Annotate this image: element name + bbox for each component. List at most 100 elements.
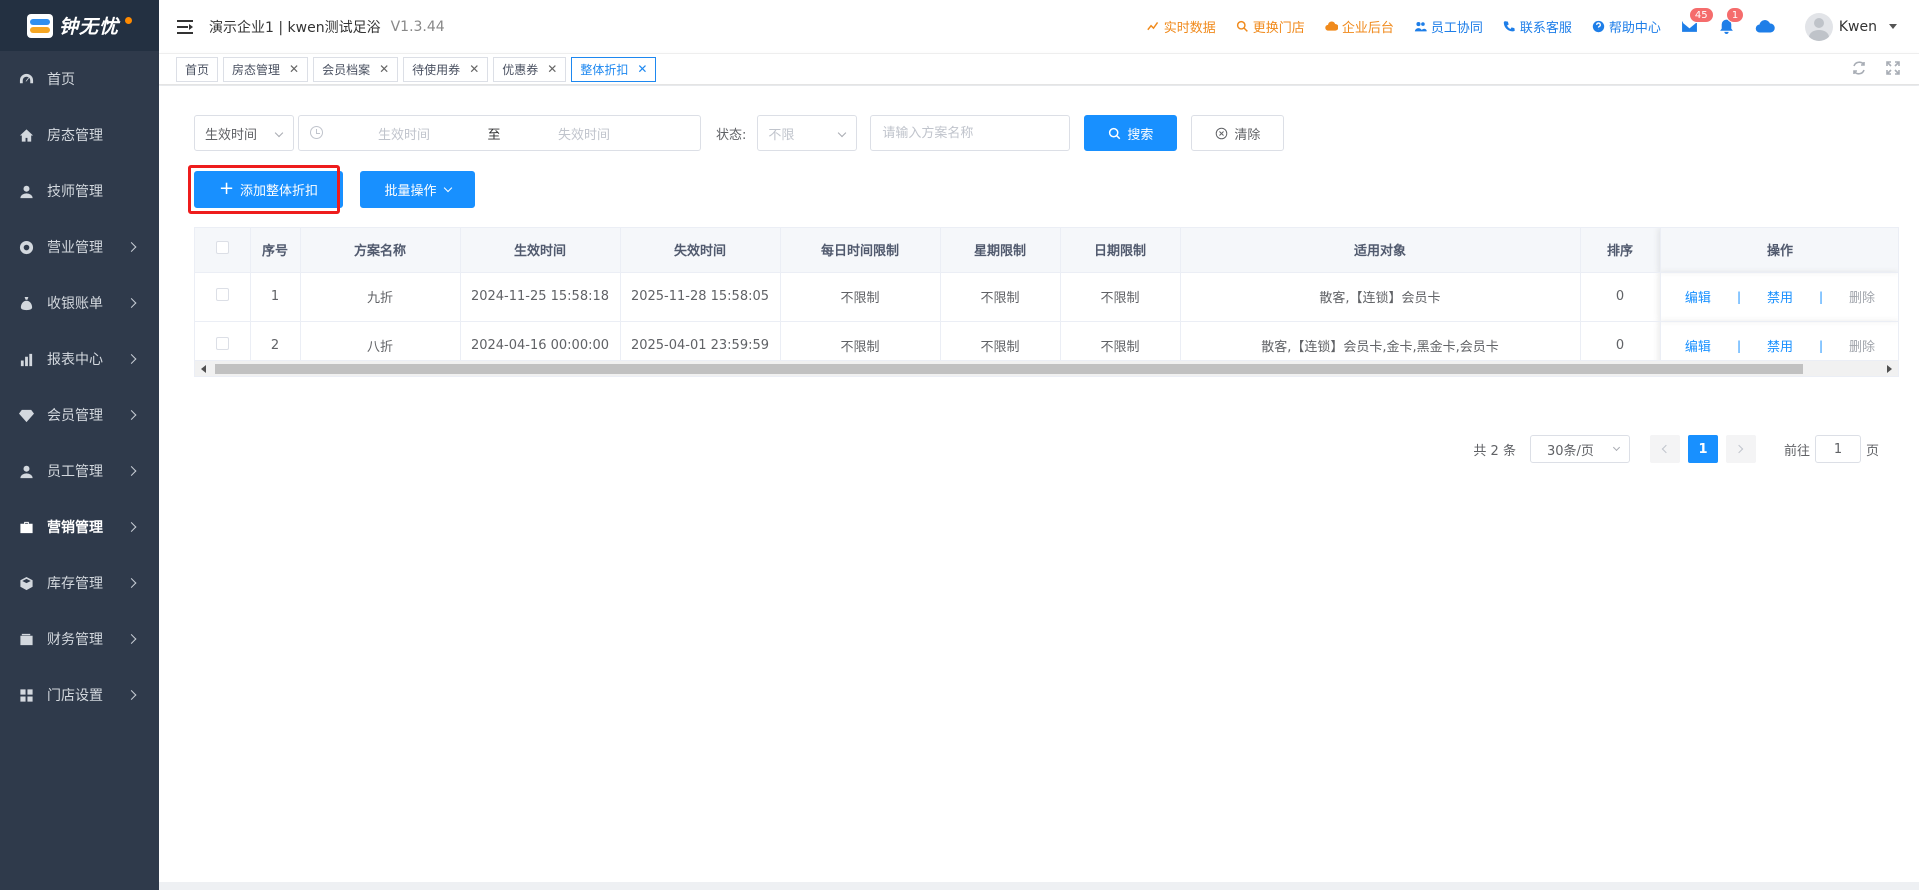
sidebar-item[interactable]: 营销管理 [0, 499, 159, 555]
sidebar-item-label: 收银账单 [47, 296, 103, 312]
page-tab[interactable]: 首页 [176, 56, 219, 82]
page-number-current[interactable]: 1 [1687, 435, 1718, 463]
sidebar-item[interactable]: 营业管理 [0, 219, 159, 275]
cell-end: 2025-11-28 15:58:05 [620, 272, 781, 322]
sidebar-item-label: 首页 [47, 72, 75, 88]
time-type-select[interactable]: 生效时间 [194, 115, 294, 151]
status-select[interactable]: 不限 [757, 115, 858, 151]
row-checkbox[interactable] [215, 337, 229, 350]
page-tab[interactable]: 整体折扣 ✕ [571, 56, 657, 82]
delete-link[interactable]: 删除 [1849, 336, 1875, 355]
disable-link[interactable]: 禁用 [1767, 336, 1793, 355]
sidebar-item-label: 营销管理 [47, 520, 103, 536]
close-icon[interactable]: ✕ [469, 62, 479, 76]
refresh-icon[interactable] [1851, 60, 1867, 76]
page-tab[interactable]: 房态管理 ✕ [223, 56, 309, 82]
sidebar-item[interactable]: 技师管理 [0, 163, 159, 219]
page-tab[interactable]: 会员档案 ✕ [313, 56, 399, 82]
page-tab[interactable]: 待使用券 ✕ [403, 56, 489, 82]
page-tab-label: 首页 [185, 62, 210, 77]
column-header: 适用对象 [1180, 228, 1581, 273]
batch-operation-button[interactable]: 批量操作 [360, 171, 475, 208]
goto-prefix: 前往 [1783, 443, 1810, 459]
close-icon[interactable]: ✕ [637, 62, 647, 76]
time-type-value: 生效时间 [205, 127, 258, 143]
page-tab[interactable]: 优惠券 ✕ [493, 56, 567, 82]
pagination: 共 2 条 30条/页 1 前往 1 页 [1473, 435, 1879, 463]
start-date-input[interactable]: 生效时间 [339, 124, 469, 143]
row-select-cell [195, 272, 251, 322]
header-link-label: 帮助中心 [1608, 21, 1661, 36]
header-link[interactable]: 员工协同 [1414, 17, 1483, 36]
select-all-checkbox[interactable] [215, 241, 229, 255]
page-size-value: 30条/页 [1546, 443, 1594, 459]
clear-button[interactable]: 清除 [1191, 115, 1285, 151]
chevron-right-icon [126, 466, 137, 476]
table-header-row: 序号 方案名称 生效时间 失效时间 每日时间限制 星期限制 日期限制 适用对象 排序 操作 [195, 228, 1898, 273]
op-separator: | [1819, 289, 1824, 304]
cloud-icon [1755, 20, 1775, 33]
date-range-picker[interactable]: 生效时间 至 失效时间 [298, 115, 701, 151]
tabs-tools [1851, 60, 1901, 76]
scroll-right-icon[interactable] [1887, 365, 1892, 373]
fullscreen-icon[interactable] [1885, 60, 1901, 76]
status-value: 不限 [768, 127, 795, 143]
plan-name-input[interactable] [870, 115, 1071, 151]
next-page-button[interactable] [1725, 435, 1756, 463]
scroll-left-icon[interactable] [201, 365, 206, 373]
operations-cell: 编辑 | 禁用 | 删除 [1660, 272, 1898, 322]
prev-page-button[interactable] [1649, 435, 1680, 463]
header-link[interactable]: 更换门店 [1236, 17, 1305, 36]
header-link[interactable]: 帮助中心 [1592, 17, 1661, 36]
horizontal-scrollbar[interactable] [195, 360, 1898, 376]
delete-link[interactable]: 删除 [1849, 287, 1875, 306]
column-header: 失效时间 [620, 228, 781, 273]
sidebar-item[interactable]: 首页 [0, 51, 159, 107]
sidebar-item[interactable]: 门店设置 [0, 667, 159, 723]
sidebar-item[interactable]: 收银账单 [0, 275, 159, 331]
add-discount-button[interactable]: + 添加整体折扣 [194, 171, 343, 208]
range-separator: 至 [487, 127, 501, 143]
sidebar-item[interactable]: 房态管理 [0, 107, 159, 163]
header-link-label: 联系客服 [1519, 21, 1572, 36]
sidebar-item[interactable]: 会员管理 [0, 387, 159, 443]
header-link[interactable]: 实时数据 [1147, 17, 1216, 36]
chevron-right-icon [126, 522, 137, 532]
logo-text: 钟无忧 [58, 16, 119, 38]
sidebar-item[interactable]: 员工管理 [0, 443, 159, 499]
close-icon[interactable]: ✕ [547, 62, 557, 76]
menu-toggle-icon[interactable] [177, 19, 193, 34]
op-separator: | [1736, 289, 1741, 304]
company-store-title: 演示企业1 | kwen测试足浴 [209, 19, 381, 36]
cell-index: 1 [250, 272, 301, 322]
page-size-select[interactable]: 30条/页 [1529, 435, 1630, 463]
end-date-input[interactable]: 失效时间 [509, 124, 659, 143]
action-bar: + 添加整体折扣 批量操作 [188, 165, 475, 214]
sidebar-item[interactable]: 库存管理 [0, 555, 159, 611]
disable-link[interactable]: 禁用 [1767, 287, 1793, 306]
cell-sort: 0 [1580, 272, 1661, 322]
header-link[interactable]: 企业后台 [1325, 17, 1394, 36]
notification-button[interactable]: 1 [1718, 7, 1745, 35]
column-header: 每日时间限制 [780, 228, 941, 273]
edit-link[interactable]: 编辑 [1685, 287, 1711, 306]
sidebar-item[interactable]: 报表中心 [0, 331, 159, 387]
mail-button[interactable]: 45 [1681, 7, 1714, 35]
cloud-button[interactable] [1755, 18, 1775, 35]
scrollbar-thumb[interactable] [215, 364, 1803, 374]
sidebar-item-label: 报表中心 [47, 352, 103, 368]
edit-link[interactable]: 编辑 [1685, 336, 1711, 355]
page-tab-label: 优惠券 [502, 62, 539, 77]
sidebar: 钟无忧 首页房态管理 技师管理 营业管理收银账单报表中心会员管理 员工管理营销管理库存… [0, 0, 159, 890]
user-menu[interactable]: Kwen [1804, 12, 1897, 41]
header-link[interactable]: 联系客服 [1503, 17, 1572, 36]
close-icon[interactable]: ✕ [379, 62, 389, 76]
header-link-label: 企业后台 [1341, 21, 1394, 36]
cube-icon [18, 575, 34, 591]
close-icon[interactable]: ✕ [289, 62, 299, 76]
row-checkbox[interactable] [215, 288, 229, 301]
search-button[interactable]: 搜索 [1084, 115, 1178, 151]
sidebar-item[interactable]: 财务管理 [0, 611, 159, 667]
goto-page-input[interactable]: 1 [1814, 435, 1861, 463]
sidebar-menu: 首页房态管理 技师管理 营业管理收银账单报表中心会员管理 员工管理营销管理库存管理 财务… [0, 51, 159, 723]
